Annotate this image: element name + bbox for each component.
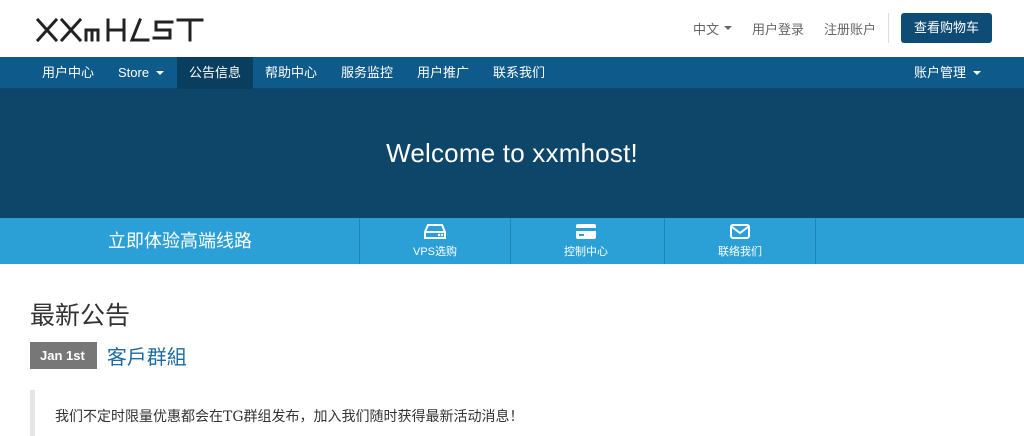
date-badge: Jan 1st [30,341,97,369]
nav-item-label: 联系我们 [493,65,546,80]
nav-item-announcements[interactable]: 公告信息 [177,57,253,89]
nav-item-label: 帮助中心 [265,65,318,80]
header-divider [887,13,889,43]
server-icon [424,224,446,239]
envelope-icon [730,224,750,239]
quick-link-label: 联络我们 [718,246,762,258]
nav-item-label: 用户推广 [417,65,470,80]
quick-link-vps[interactable]: VPS选购 [359,218,510,264]
caret-down-icon [973,71,982,75]
nav-item-affiliates[interactable]: 用户推广 [405,57,481,89]
hero-banner: Welcome to xxmhost! [0,89,1024,218]
announcement-title-link[interactable]: 客戶群組 [107,341,187,370]
caret-down-icon [723,26,732,30]
credit-card-icon [576,224,596,239]
language-selector[interactable]: 中文 [693,19,732,38]
nav-item-client-area[interactable]: 用户中心 [30,57,106,89]
promo-slogan: 立即体验高端线路 [108,231,252,251]
page-title: 最新公告 [30,302,131,330]
quick-link-label: 控制中心 [564,246,608,258]
hero-title: Welcome to xxmhost! [386,138,638,168]
nav-item-label: 公告信息 [189,65,242,80]
nav-item-store[interactable]: Store [106,57,176,89]
nav-item-label: 服务监控 [341,65,394,80]
nav-item-knowledgebase[interactable]: 帮助中心 [253,57,329,89]
main-nav: 用户中心 Store 公告信息 帮助中心 服务监控 用户推广 联系我们 账户管理 [0,57,1024,89]
announcement-body: 我们不定时限量优惠都会在TG群组发布，加入我们随时获得最新活动消息！ [30,390,994,436]
register-link[interactable]: 注册账户 [824,19,876,38]
quick-link-label: VPS选购 [412,246,457,258]
nav-item-network-status[interactable]: 服务监控 [329,57,405,89]
top-header: 中文 用户登录 注册账户 查看购物车 [0,0,1024,57]
login-link[interactable]: 用户登录 [752,19,804,38]
quick-link-control-panel[interactable]: 控制中心 [510,218,661,264]
announcement-text: 我们不定时限量优惠都会在TG群组发布，加入我们随时获得最新活动消息！ [55,409,524,425]
language-label: 中文 [692,21,719,37]
logo-mark [36,18,204,42]
nav-item-label: 用户中心 [42,65,95,80]
view-cart-button[interactable]: 查看购物车 [900,13,992,43]
nav-item-label: Store [118,65,150,80]
caret-down-icon [156,71,165,75]
quick-bar-divider [815,218,816,264]
nav-item-label: 账户管理 [914,65,967,80]
nav-item-contact[interactable]: 联系我们 [481,57,557,89]
nav-item-account[interactable]: 账户管理 [902,57,993,89]
site-logo[interactable] [36,17,222,43]
quick-links-bar: 立即体验高端线路 VPS选购 控制中心 联络我们 [0,218,1024,264]
quick-link-contact[interactable]: 联络我们 [664,218,815,264]
announcement-header: Jan 1st 客戶群組 [30,341,187,369]
